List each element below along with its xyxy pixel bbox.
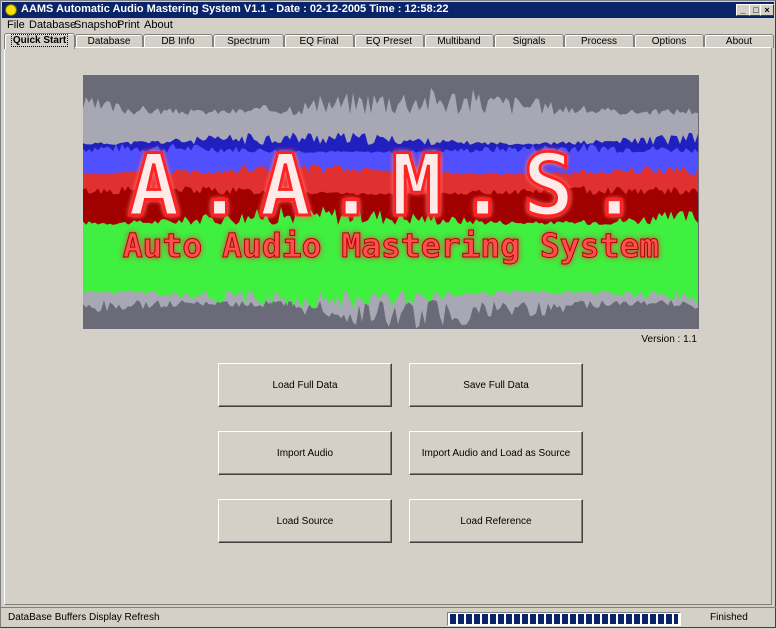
logo-title: A.A.M.S. [128,136,654,236]
tab-about[interactable]: About [704,34,774,48]
main-window: AAMS Automatic Audio Mastering System V1… [0,0,776,628]
tab-multiband[interactable]: Multiband [424,34,494,48]
status-bar: DataBase Buffers Display Refresh Finishe… [1,608,776,629]
app-icon [5,4,17,16]
banner-image: A.A.M.S. Auto Audio Mastering System [83,75,699,329]
progress-fill [450,614,678,624]
logo-subtitle: Auto Audio Mastering System [123,226,659,265]
load-reference-button[interactable]: Load Reference [409,499,583,543]
tab-db-info[interactable]: DB Info [143,34,213,48]
minimize-button[interactable]: _ [736,4,750,16]
menu-file[interactable]: File [7,19,25,31]
tab-quick-start[interactable]: Quick Start [4,33,75,49]
load-full-data-button[interactable]: Load Full Data [218,363,392,407]
close-button[interactable]: × [760,4,774,16]
tab-process[interactable]: Process [564,34,634,48]
progress-bar [447,612,681,626]
tab-options[interactable]: Options [634,34,704,48]
status-message: DataBase Buffers Display Refresh [8,612,160,623]
menu-database[interactable]: Database [29,19,76,31]
title-bar[interactable]: AAMS Automatic Audio Mastering System V1… [2,2,774,18]
load-source-button[interactable]: Load Source [218,499,392,543]
menu-snapshot[interactable]: Snapshot [74,19,120,31]
menu-about[interactable]: About [144,19,173,31]
import-audio-load-source-button[interactable]: Import Audio and Load as Source [409,431,583,475]
tab-spectrum[interactable]: Spectrum [213,34,284,48]
tab-signals[interactable]: Signals [494,34,564,48]
import-audio-button[interactable]: Import Audio [218,431,392,475]
aams-banner: A.A.M.S. Auto Audio Mastering System [83,75,699,329]
save-full-data-button[interactable]: Save Full Data [409,363,583,407]
version-label: Version : 1.1 [641,334,697,345]
status-state: Finished [710,612,748,623]
menu-bar: File Database Snapshot Print About [2,18,774,32]
tab-eq-final[interactable]: EQ Final [284,34,354,48]
tab-database[interactable]: Database [75,34,143,48]
menu-print[interactable]: Print [117,19,140,31]
tab-eq-preset[interactable]: EQ Preset [354,34,424,48]
window-title: AAMS Automatic Audio Mastering System V1… [21,3,449,15]
